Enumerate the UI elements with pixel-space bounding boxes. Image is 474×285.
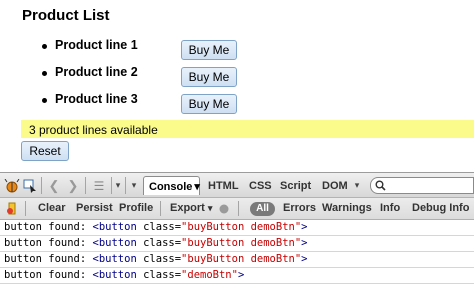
separator (85, 177, 86, 194)
tab-script[interactable]: Script (280, 180, 311, 192)
log-tag-open[interactable]: <button (93, 221, 137, 233)
console-log: button found: <button class="buyButton d… (0, 220, 474, 285)
log-attr: class= (143, 221, 182, 233)
log-row: button found: <button class="demoBtn"> (0, 268, 474, 284)
clear-button[interactable]: Clear (38, 202, 66, 214)
search-input[interactable] (370, 177, 474, 194)
filter-warnings-button[interactable]: Warnings (322, 202, 372, 214)
log-row: button found: <button class="buyButton d… (0, 252, 474, 268)
firebug-panel: ❮ ❯ ☰ ▾ ▾ Console ▾ HTML CSS Script DOM ▾… (0, 172, 474, 285)
log-attr-value: "buyButton demoBtn" (181, 221, 302, 233)
status-bar: 3 product lines available (21, 120, 474, 138)
log-tag-close: > (237, 269, 245, 281)
log-tag-open[interactable]: <button (93, 253, 137, 265)
buy-me-button[interactable]: Buy Me (181, 94, 237, 114)
search-icon (374, 179, 386, 192)
separator (238, 201, 239, 216)
reset-button[interactable]: Reset (21, 141, 69, 161)
log-attr: class= (143, 253, 182, 265)
log-tag-close: > (301, 237, 308, 249)
chevron-down-icon[interactable]: ▾ (129, 177, 139, 194)
log-attr-value: "buyButton demoBtn" (181, 253, 302, 265)
log-tag-close: > (301, 221, 308, 233)
product-label: Product line 2 (55, 65, 138, 79)
filter-all-button[interactable]: All (250, 202, 275, 216)
chevron-down-icon: ▾ (194, 181, 200, 193)
log-attr-value: "buyButton demoBtn" (181, 237, 302, 249)
separator (25, 201, 26, 216)
tab-dom[interactable]: DOM (322, 180, 348, 192)
inspect-icon[interactable] (22, 177, 38, 194)
tab-console[interactable]: Console ▾ (143, 176, 200, 195)
log-tag-open[interactable]: <button (93, 269, 137, 281)
firebug-icon[interactable] (3, 177, 21, 194)
log-row: button found: <button class="buyButton d… (0, 220, 474, 236)
profile-button[interactable]: Profile (119, 202, 153, 214)
log-attr: class= (143, 237, 182, 249)
tab-html[interactable]: HTML (208, 180, 239, 192)
log-row: button found: <button class="buyButton d… (0, 236, 474, 252)
buy-me-button[interactable]: Buy Me (181, 40, 237, 60)
console-toolbar: Clear Persist Profile Export ▾ All Errors… (0, 198, 474, 220)
separator (41, 177, 42, 194)
log-prefix: button found: (4, 253, 87, 265)
filter-debug-info-button[interactable]: Debug Info (412, 202, 469, 214)
chevron-down-icon: ▾ (207, 203, 213, 213)
log-tag-open[interactable]: <button (93, 237, 137, 249)
list-icon[interactable]: ☰ (91, 177, 107, 194)
product-list: Product line 1 Buy Me Product line 2 Buy… (0, 0, 474, 120)
record-icon[interactable] (218, 202, 230, 216)
list-item: Product line 2 Buy Me (0, 64, 474, 87)
back-icon[interactable]: ❮ (47, 177, 61, 194)
export-label: Export (170, 202, 205, 214)
product-label: Product line 1 (55, 38, 138, 52)
forward-icon[interactable]: ❯ (66, 177, 80, 194)
product-label: Product line 3 (55, 92, 138, 106)
status-text: 3 product lines available (29, 123, 158, 137)
clear-console-icon[interactable] (5, 201, 19, 217)
separator (111, 177, 112, 194)
filter-errors-button[interactable]: Errors (283, 202, 316, 214)
chevron-down-icon[interactable]: ▾ (352, 177, 362, 194)
bullet (42, 98, 47, 103)
tab-console-label: Console (149, 181, 193, 193)
menu-arrow-icon[interactable]: ▾ (113, 177, 123, 194)
log-tag-close: > (301, 253, 308, 265)
bullet (42, 44, 47, 49)
log-prefix: button found: (4, 221, 87, 233)
separator (160, 201, 161, 216)
separator (125, 177, 126, 194)
tab-css[interactable]: CSS (249, 180, 272, 192)
bullet (42, 71, 47, 76)
list-item: Product line 3 Buy Me (0, 91, 474, 114)
persist-button[interactable]: Persist (76, 202, 113, 214)
log-prefix: button found: (4, 237, 87, 249)
log-attr: class= (143, 269, 182, 281)
log-attr-value: "demoBtn" (181, 269, 238, 281)
firebug-main-toolbar: ❮ ❯ ☰ ▾ ▾ Console ▾ HTML CSS Script DOM ▾ (0, 172, 474, 198)
filter-info-button[interactable]: Info (380, 202, 400, 214)
export-button[interactable]: Export ▾ (170, 202, 212, 214)
list-item: Product line 1 Buy Me (0, 37, 474, 60)
buy-me-button[interactable]: Buy Me (181, 67, 237, 87)
log-prefix: button found: (4, 269, 87, 281)
